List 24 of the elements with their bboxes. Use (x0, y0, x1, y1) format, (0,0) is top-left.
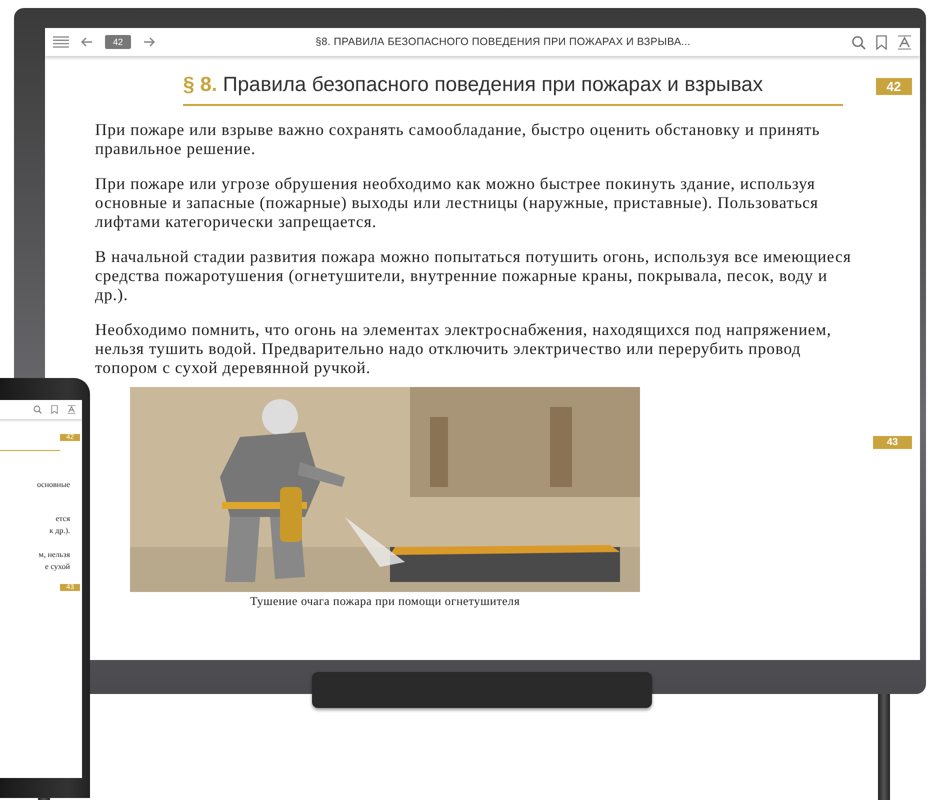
paragraph: Необходимо помнить, что огонь на элементах электроснабжения, находящихся под напряжением, нельзя тушить водой. Предварительно надо отключить электричество или перерубить провод топором с сухой деревянной ручкой. (95, 320, 832, 377)
page-number-button[interactable]: 42 (105, 35, 132, 49)
text-fragment: основные (36, 480, 70, 489)
paragraph: В начальной стадии развития пожара можно попытаться потушить огонь, используя все имеющиеся средства пожаротушения (огнетушители, внутренние пожарные краны, покрывала, песок, воду и др.). (95, 246, 852, 304)
text-fragment: ется (56, 514, 70, 523)
page-number-badge: 43 (872, 436, 912, 449)
paragraph: При пожаре или взрыве важно сохранять самообладание, быстро оценить обстановку и принять правильное решение. (95, 120, 821, 158)
chapter-title: §8. ПРАВИЛА БЕЗОПАСНОГО ПОВЕДЕНИЯ ПРИ ПОЖАРАХ И ВЗРЫВА... (314, 36, 692, 48)
figure-caption: Тушение очага пожара при помощи огнетушителя (250, 594, 520, 609)
text-fragment: к др.). (49, 526, 70, 535)
text-fragment: е сухой (45, 562, 70, 571)
section-heading: § 8. Правила безопасного поведения при пожарах и взрывах (183, 72, 843, 106)
forward-arrow-icon[interactable] (143, 37, 156, 47)
search-icon[interactable] (33, 405, 42, 414)
search-icon[interactable] (851, 34, 866, 50)
text-fragment: м, нельзя (38, 550, 70, 559)
bookmark-icon[interactable] (50, 405, 59, 414)
page-number-badge: 42 (876, 78, 912, 95)
font-size-icon[interactable] (67, 405, 76, 414)
bookmark-icon[interactable] (874, 34, 889, 50)
paragraph: При пожаре или угрозе обрушения необходимо как можно быстрее покинуть здание, используя основные и запасные (пожарные) выходы или лестницы (наружные, приставные). Пользоваться лифтами категорически запрещается. (95, 174, 820, 231)
menu-icon[interactable] (53, 36, 69, 48)
back-arrow-icon[interactable] (81, 37, 93, 47)
font-size-icon[interactable] (897, 34, 912, 50)
